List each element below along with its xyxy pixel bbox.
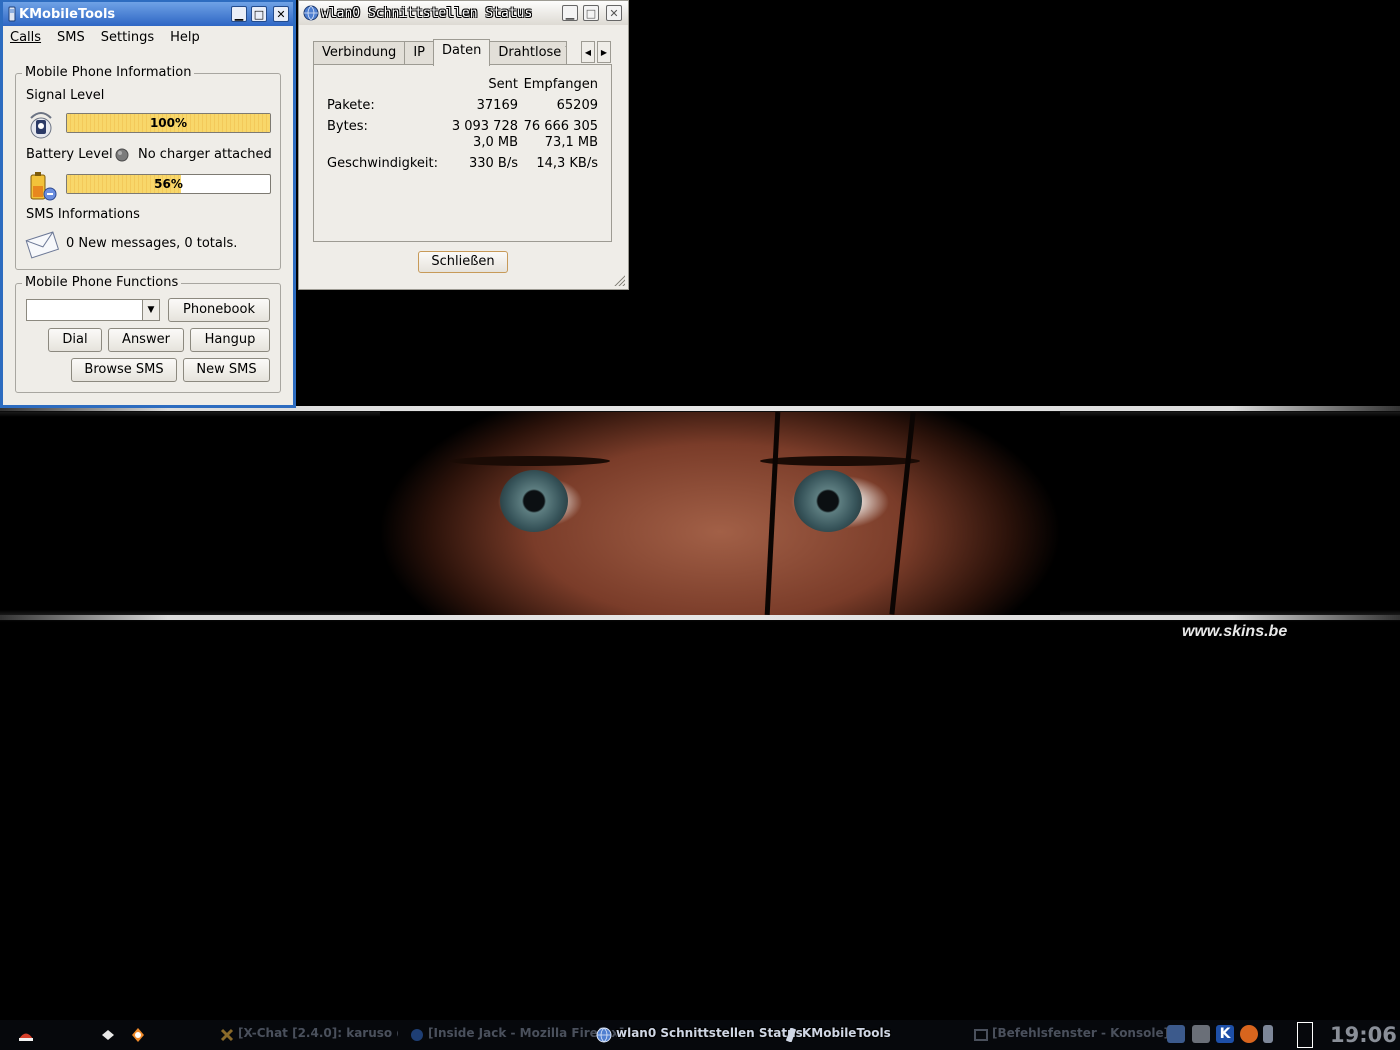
phone-icon <box>786 1027 796 1046</box>
start-menu-icon[interactable] <box>18 1028 34 1046</box>
envelope-icon <box>25 228 60 264</box>
konsole-icon <box>974 1028 988 1046</box>
wallpaper-credit: www.skins.be <box>1182 623 1288 640</box>
clock[interactable]: 19:06 <box>1330 1023 1397 1047</box>
firefox-icon <box>410 1028 424 1046</box>
menu-calls[interactable]: Calls <box>9 30 42 45</box>
phone-functions-group: Mobile Phone Functions ▼ Phonebook Dial … <box>15 275 281 393</box>
close-dialog-button[interactable]: Schließen <box>418 251 508 273</box>
packets-received: 65209 <box>556 98 598 113</box>
column-header-sent: Sent <box>488 77 518 92</box>
wallpaper-left-eye <box>500 470 568 532</box>
bytes-received: 76 666 305 <box>523 119 598 134</box>
battery-icon <box>26 170 60 206</box>
window-title: wlan0 Schnittstellen Status <box>321 5 533 21</box>
tab-scroll-left-icon[interactable]: ◀ <box>581 41 595 63</box>
dial-button[interactable]: Dial <box>48 328 102 352</box>
charger-status: No charger attached <box>138 147 272 162</box>
wlan-status-window[interactable]: wlan0 Schnittstellen Status ▁ □ ✕ Verbin… <box>298 0 629 290</box>
tab-verbindung[interactable]: Verbindung <box>313 41 406 65</box>
kmobiletools-window[interactable]: KMobileTools ▁ □ ✕ Calls SMS Settings He… <box>0 0 296 408</box>
launcher-icon[interactable] <box>130 1027 146 1047</box>
bytes-sent-mb: 3,0 MB <box>473 135 518 150</box>
chevron-down-icon[interactable]: ▼ <box>142 300 159 320</box>
firefox-tray-icon[interactable] <box>1240 1025 1258 1043</box>
minimize-button[interactable]: ▁ <box>231 6 247 22</box>
phone-information-group: Mobile Phone Information Signal Level 10… <box>15 65 281 270</box>
bytes-sent: 3 093 728 <box>451 119 518 134</box>
tab-bar: Verbindung IP Daten Drahtlose V <box>313 39 568 66</box>
volume-tray-icon[interactable] <box>1192 1025 1210 1043</box>
wallpaper-bottom-line <box>0 615 1400 620</box>
signal-level-value: 100% <box>149 116 188 130</box>
kmobiletools-titlebar[interactable]: KMobileTools ▁ □ ✕ <box>3 2 293 26</box>
phonebook-button[interactable]: Phonebook <box>168 298 270 322</box>
answer-button[interactable]: Answer <box>108 328 184 352</box>
battery-level-value: 56% <box>154 177 183 191</box>
taskbar-task-kmobiletools[interactable]: KMobileTools <box>802 1026 891 1040</box>
taskbar-task-xchat[interactable]: [X-Chat [2.4.0]: karuso @ po <box>238 1026 398 1040</box>
wallpaper-hair-strand <box>764 412 781 615</box>
maximize-button[interactable]: □ <box>583 5 599 21</box>
signal-antenna-icon <box>26 110 56 144</box>
menu-settings[interactable]: Settings <box>100 30 155 45</box>
resize-grip[interactable] <box>613 274 625 286</box>
sms-info-label: SMS Informations <box>26 207 140 222</box>
menu-sms[interactable]: SMS <box>56 30 86 45</box>
wallpaper-right-lid <box>760 456 920 466</box>
phone-icon <box>6 6 18 22</box>
phone-functions-title: Mobile Phone Functions <box>22 275 182 290</box>
globe-icon <box>596 1027 612 1047</box>
taskbar-task-konsole[interactable]: [Befehlsfenster - Konsole] <box>992 1026 1169 1040</box>
tab-daten[interactable]: Daten <box>433 39 491 66</box>
network-tray-icon[interactable] <box>1167 1025 1185 1043</box>
menu-help[interactable]: Help <box>169 30 201 45</box>
window-title: KMobileTools <box>19 6 116 22</box>
speed-label: Geschwindigkeit: <box>327 156 438 171</box>
packets-sent: 37169 <box>476 98 518 113</box>
wallpaper-left-lid <box>450 456 610 466</box>
charger-indicator-icon <box>115 148 129 166</box>
menu-bar: Calls SMS Settings Help <box>9 30 201 45</box>
signal-level-bar: 100% <box>66 113 271 133</box>
daten-panel: Sent Empfangen Pakete: 37169 65209 Bytes… <box>313 64 612 242</box>
battery-level-label: Battery Level <box>26 147 113 162</box>
battery-level-bar: 56% <box>66 174 271 194</box>
tab-scroll-right-icon[interactable]: ▶ <box>597 41 611 63</box>
taskbar: [X-Chat [2.4.0]: karuso @ po [Inside Jac… <box>0 1020 1400 1050</box>
close-button[interactable]: ✕ <box>273 6 289 22</box>
show-desktop-icon[interactable] <box>100 1028 116 1046</box>
bytes-label: Bytes: <box>327 119 368 134</box>
browse-sms-button[interactable]: Browse SMS <box>71 358 177 382</box>
packets-label: Pakete: <box>327 98 375 113</box>
globe-icon <box>303 5 319 21</box>
bytes-received-mb: 73,1 MB <box>544 135 598 150</box>
pager-icon[interactable] <box>1297 1022 1313 1048</box>
speed-sent: 330 B/s <box>468 156 518 171</box>
close-button[interactable]: ✕ <box>606 5 622 21</box>
new-sms-button[interactable]: New SMS <box>183 358 270 382</box>
maximize-button[interactable]: □ <box>251 6 267 22</box>
tab-ip[interactable]: IP <box>404 41 434 65</box>
wlan-titlebar[interactable]: wlan0 Schnittstellen Status ▁ □ ✕ <box>299 1 628 25</box>
speed-received: 14,3 KB/s <box>536 156 598 171</box>
tab-drahtlose[interactable]: Drahtlose V <box>489 41 568 65</box>
wallpaper-face-image <box>380 412 1060 615</box>
signal-level-label: Signal Level <box>26 88 105 103</box>
phone-information-title: Mobile Phone Information <box>22 65 195 80</box>
sms-status: 0 New messages, 0 totals. <box>66 236 238 251</box>
kde-tray-icon[interactable]: K <box>1216 1025 1234 1043</box>
phone-tray-icon[interactable] <box>1263 1025 1273 1043</box>
column-header-received: Empfangen <box>523 77 598 92</box>
xchat-icon <box>220 1028 234 1046</box>
phone-number-combo[interactable]: ▼ <box>26 299 160 321</box>
minimize-button[interactable]: ▁ <box>562 5 578 21</box>
wallpaper-hair-strand <box>889 412 916 615</box>
taskbar-task-wlan[interactable]: wlan0 Schnittstellen Status <box>616 1026 803 1040</box>
wallpaper-right-eye <box>794 470 862 532</box>
hangup-button[interactable]: Hangup <box>190 328 270 352</box>
